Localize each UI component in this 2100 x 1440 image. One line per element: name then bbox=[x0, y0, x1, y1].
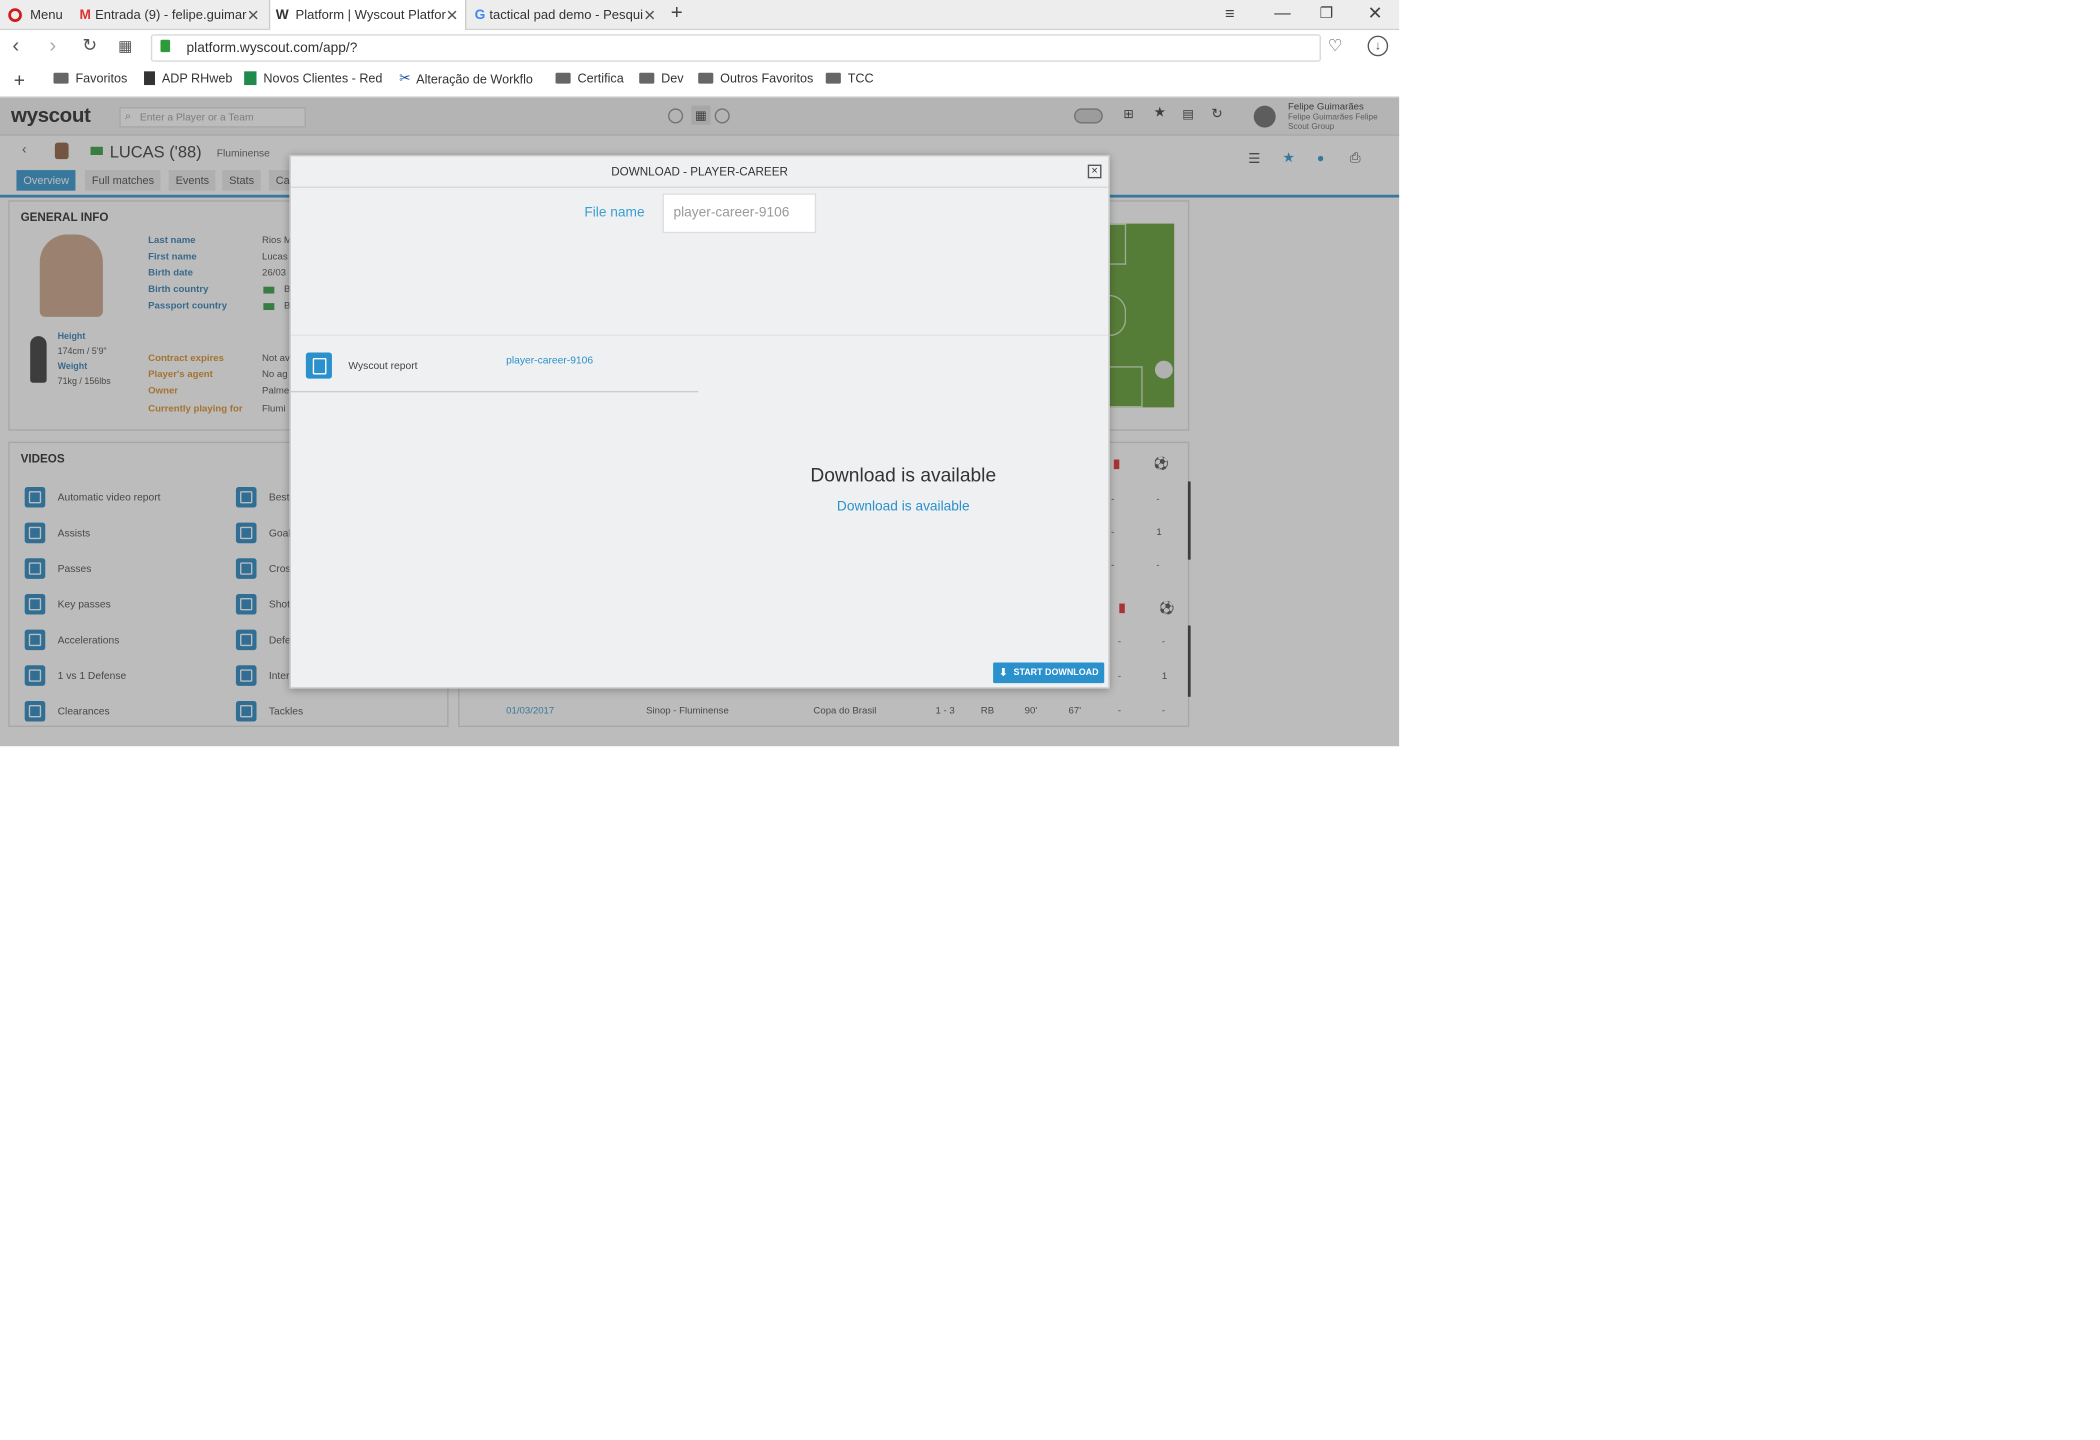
close-tab-icon[interactable]: ✕ bbox=[247, 7, 260, 24]
tab-title: Entrada (9) - felipe.guimar bbox=[95, 7, 247, 23]
download-available-title: Download is available bbox=[810, 463, 997, 486]
folder-icon bbox=[639, 72, 655, 84]
bookmark-label: ADP RHweb bbox=[161, 71, 233, 86]
tools-icon: ✂ bbox=[399, 71, 411, 87]
report-label: Wyscout report bbox=[348, 359, 418, 372]
menu-label: Menu bbox=[30, 7, 63, 23]
close-icon[interactable]: × bbox=[1087, 164, 1102, 179]
close-tab-icon[interactable]: ✕ bbox=[446, 7, 459, 24]
tab-menu-icon[interactable]: ≡ bbox=[1225, 4, 1235, 23]
heart-icon[interactable]: ♡ bbox=[1328, 36, 1343, 55]
url-field[interactable]: platform.wyscout.com/app/? bbox=[150, 34, 1321, 62]
download-icon[interactable]: ↓ bbox=[1367, 35, 1389, 57]
bookmark-item[interactable]: ✂ Alteração de Workflo bbox=[399, 71, 533, 86]
tab-wyscout[interactable]: W Platform | Wyscout Platfor ✕ bbox=[268, 0, 467, 31]
reload-icon[interactable]: ↻ bbox=[82, 34, 97, 56]
file-name-label: File name bbox=[584, 205, 645, 221]
tab-title: Platform | Wyscout Platfor bbox=[295, 7, 446, 23]
tab-gmail[interactable]: M Entrada (9) - felipe.guimar ✕ bbox=[74, 0, 266, 30]
bookmark-item[interactable]: Outros Favoritos bbox=[698, 71, 813, 85]
tab-title: tactical pad demo - Pesqui bbox=[489, 7, 643, 23]
start-download-button[interactable]: ⬇ START DOWNLOAD bbox=[993, 662, 1105, 684]
browser-menu-button[interactable]: Menu bbox=[0, 0, 71, 30]
bookmark-label: Dev bbox=[661, 71, 684, 86]
document-icon bbox=[305, 352, 332, 379]
forward-icon[interactable]: › bbox=[49, 34, 56, 57]
new-tab-icon[interactable]: + bbox=[671, 1, 683, 24]
bookmarks-bar: + Favoritos ADP RHweb Novos Clientes - R… bbox=[0, 65, 1400, 98]
bookmark-item[interactable]: Dev bbox=[639, 71, 684, 86]
report-link[interactable]: player-career-9106 bbox=[506, 354, 593, 366]
bookmark-item[interactable]: ADP RHweb bbox=[144, 71, 233, 86]
download-modal: DOWNLOAD - PLAYER-CAREER × File name pla… bbox=[289, 155, 1110, 689]
minimize-icon[interactable]: — bbox=[1274, 3, 1290, 22]
modal-title: DOWNLOAD - PLAYER-CAREER bbox=[611, 164, 788, 179]
folder-icon bbox=[825, 72, 841, 84]
speed-dial-icon[interactable]: ▦ bbox=[118, 37, 132, 54]
browser-tab-bar: Menu M Entrada (9) - felipe.guimar ✕ W P… bbox=[0, 0, 1400, 31]
address-bar: ‹ › ↻ ▦ platform.wyscout.com/app/? ♡ ↓ bbox=[0, 30, 1400, 66]
url-text: platform.wyscout.com/app/? bbox=[186, 40, 358, 56]
close-window-icon[interactable]: ✕ bbox=[1368, 3, 1383, 25]
opera-logo-icon bbox=[8, 8, 22, 22]
start-download-label: START DOWNLOAD bbox=[1013, 668, 1099, 678]
bookmark-label: Alteração de Workflo bbox=[416, 72, 533, 86]
tab-google[interactable]: G tactical pad demo - Pesqui ✕ bbox=[469, 0, 664, 30]
gmail-icon: M bbox=[79, 7, 92, 23]
close-tab-icon[interactable]: ✕ bbox=[643, 7, 656, 24]
bookmark-label: Favoritos bbox=[75, 71, 128, 86]
download-arrow-icon: ⬇ bbox=[998, 666, 1009, 679]
bookmark-label: Certifica bbox=[577, 71, 624, 86]
modal-header: DOWNLOAD - PLAYER-CAREER × bbox=[290, 156, 1109, 188]
bookmark-item[interactable]: Favoritos bbox=[53, 71, 127, 85]
folder-icon bbox=[698, 72, 714, 84]
sheet-icon bbox=[244, 71, 257, 86]
bookmark-label: Outros Favoritos bbox=[720, 71, 814, 86]
download-available-link[interactable]: Download is available bbox=[686, 499, 1121, 514]
page-icon bbox=[144, 71, 156, 86]
bookmark-label: Novos Clientes - Red bbox=[263, 71, 383, 86]
bookmark-item[interactable]: TCC bbox=[825, 71, 874, 86]
report-item: Wyscout report player-career-9106 bbox=[290, 350, 699, 393]
google-icon: G bbox=[474, 7, 486, 23]
back-icon[interactable]: ‹ bbox=[12, 34, 19, 57]
file-name-placeholder: player-career-9106 bbox=[673, 205, 790, 221]
bookmark-label: TCC bbox=[847, 71, 874, 86]
restore-icon[interactable]: ❐ bbox=[1320, 4, 1334, 21]
folder-icon bbox=[53, 72, 69, 84]
file-name-input[interactable]: player-career-9106 bbox=[662, 193, 817, 234]
bookmark-item[interactable]: Novos Clientes - Red bbox=[244, 71, 383, 86]
folder-icon bbox=[555, 72, 571, 84]
wyscout-favicon-icon: W bbox=[275, 7, 289, 23]
bookmark-item[interactable]: Certifica bbox=[555, 71, 624, 86]
add-bookmark-icon[interactable]: + bbox=[14, 69, 25, 91]
lock-icon bbox=[160, 39, 171, 53]
divider bbox=[290, 334, 1109, 337]
